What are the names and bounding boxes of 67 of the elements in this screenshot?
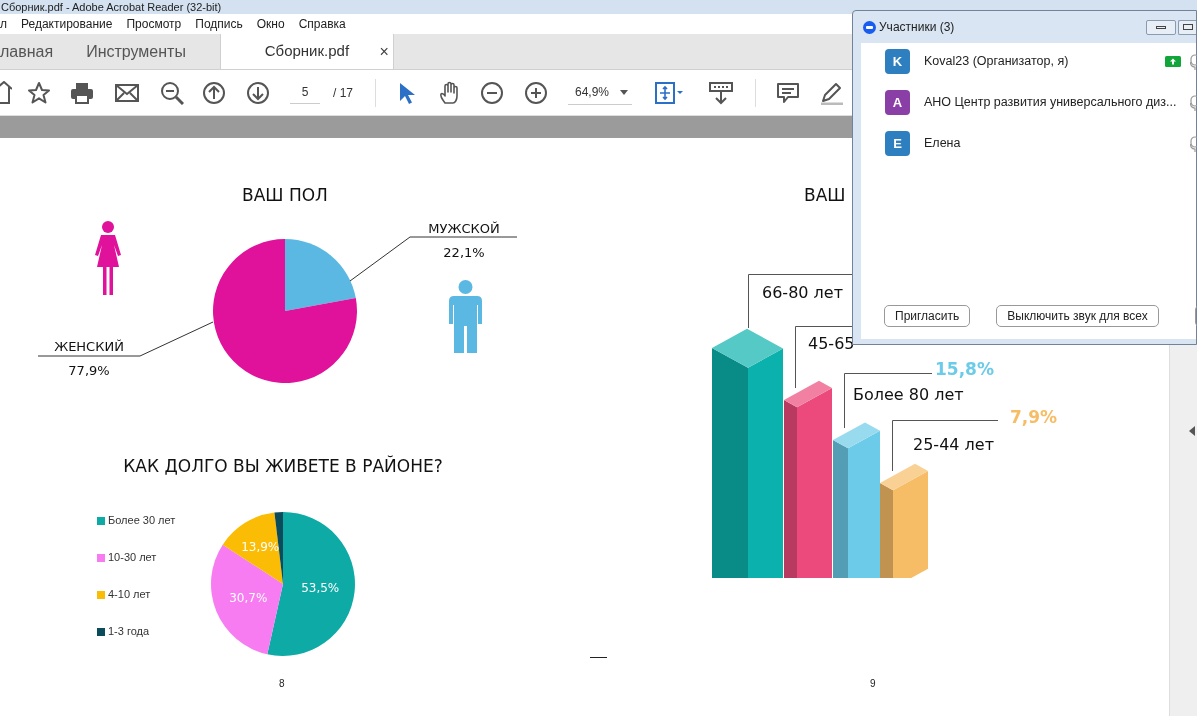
value-label: 13,9%: [241, 540, 280, 555]
nav-tab[interactable]: лавная: [0, 34, 87, 69]
menu-item[interactable]: Просмотр: [126, 15, 182, 33]
scroll-mode-icon[interactable]: [709, 80, 733, 105]
page-number: 9: [870, 677, 876, 691]
bar-label: 45-65: [808, 333, 855, 355]
fit-page-icon[interactable]: [654, 80, 684, 105]
page-number: 8: [279, 677, 285, 691]
avatar: Е: [885, 131, 910, 156]
home-icon[interactable]: [0, 80, 12, 105]
caret-icon: [620, 89, 628, 95]
menu-item[interactable]: Редактирование: [21, 15, 113, 33]
avatar: K: [885, 49, 910, 74]
zoom-dropdown[interactable]: 64,9%: [568, 80, 632, 105]
legend-label: 10-30 лет: [108, 550, 157, 566]
value-label: 77,9%: [68, 362, 110, 380]
minimize-button[interactable]: [1146, 19, 1176, 35]
pen-icon[interactable]: [819, 80, 843, 105]
chart-title: КАК ДОЛГО ВЫ ЖИВЕТЕ В РАЙОНЕ?: [122, 454, 444, 478]
bar-label: 66-80 лет: [762, 282, 843, 304]
chart-title: ВАШ ПОЛ: [241, 184, 329, 207]
hand-icon[interactable]: [438, 80, 460, 105]
category-label: МУЖСКОЙ: [428, 220, 500, 238]
legend-label: 4-10 лет: [108, 587, 151, 603]
bar-value: 15,8%: [935, 358, 994, 381]
menu-item[interactable]: Справка: [298, 15, 346, 33]
bar-value: 7,9%: [1010, 406, 1058, 429]
window-title: Сборник.pdf - Adobe Acrobat Reader (32-bit): [0, 1, 222, 13]
value-label: 22,1%: [443, 244, 485, 262]
microphone-icon[interactable]: [1190, 135, 1197, 152]
participant-name: Koval23 (Организатор, я): [924, 53, 1069, 71]
microphone-icon[interactable]: [1190, 53, 1197, 70]
bar-label: Более 80 лет: [853, 384, 964, 406]
comment-icon[interactable]: [776, 80, 800, 105]
previous-page-icon[interactable]: [202, 80, 226, 105]
close-tab-button[interactable]: ×: [379, 39, 389, 64]
window-title: Участники (3): [879, 19, 955, 36]
category-label: ЖЕНСКИЙ: [54, 338, 124, 356]
value-label: 30,7%: [229, 591, 268, 606]
zoom-in-icon[interactable]: [524, 80, 548, 105]
menu-item[interactable]: Окно: [256, 15, 285, 33]
participant-name: АНО Центр развития универсального диз...: [924, 94, 1177, 112]
value-label: 53,5%: [301, 581, 340, 596]
maximize-button[interactable]: [1178, 19, 1196, 35]
bar-label: 25-44 лет: [913, 434, 994, 456]
menu-item[interactable]: Подпись: [195, 15, 243, 33]
microphone-icon[interactable]: [1190, 94, 1197, 111]
printer-icon[interactable]: [70, 80, 94, 105]
legend-label: Более 30 лет: [108, 513, 176, 529]
legend-label: 1-3 года: [108, 624, 150, 640]
nav-tab[interactable]: Инструменты: [86, 34, 186, 69]
document-tab[interactable]: Сборник.pdf ×: [219, 34, 394, 69]
page-count: / 17: [333, 84, 353, 102]
page-field[interactable]: 5: [290, 81, 320, 104]
avatar: А: [885, 90, 910, 115]
zoom-out-icon[interactable]: [480, 80, 504, 105]
male-figure-icon: [447, 280, 484, 354]
action-button[interactable]: Выключить звук для всех: [996, 305, 1159, 327]
star-icon[interactable]: [27, 80, 51, 105]
next-page-icon[interactable]: [246, 80, 270, 105]
menu-item[interactable]: л: [0, 15, 7, 33]
app-logo-icon: [863, 20, 876, 34]
collapse-arrow-icon[interactable]: [1189, 426, 1195, 436]
chart-title: ВАШ: [804, 184, 846, 207]
participant-name: Елена: [924, 135, 961, 153]
action-button[interactable]: Пригласить: [884, 305, 971, 327]
zoom-out-search-icon[interactable]: [160, 80, 184, 105]
